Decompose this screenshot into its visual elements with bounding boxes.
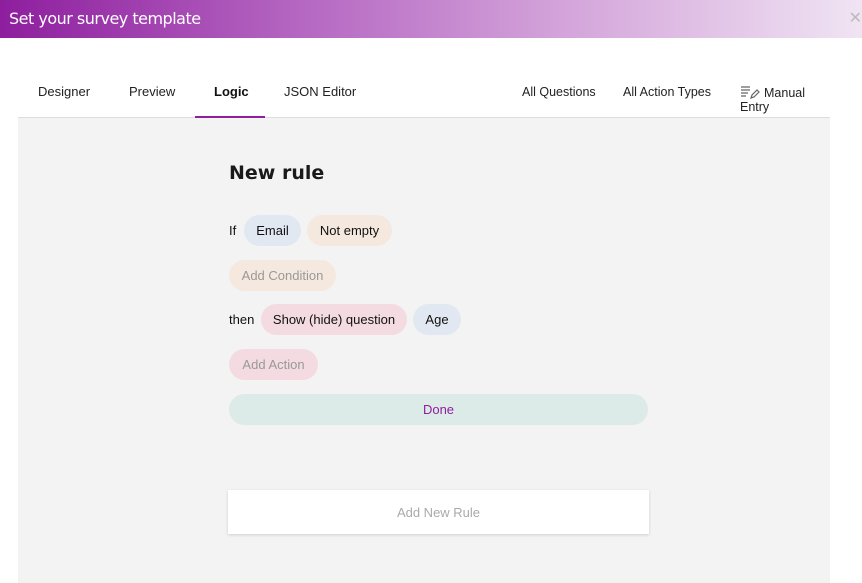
window-title: Set your survey template: [9, 9, 201, 28]
tab-preview[interactable]: Preview: [129, 84, 175, 99]
rule-title: New rule: [229, 162, 325, 184]
condition-operator-select[interactable]: Not empty: [307, 215, 392, 246]
done-button[interactable]: Done: [229, 394, 648, 425]
add-condition-button[interactable]: Add Condition: [229, 260, 336, 291]
add-action-button[interactable]: Add Action: [229, 349, 318, 380]
logic-panel: New rule If Email Not empty Add Conditio…: [18, 118, 830, 583]
edit-list-icon: [741, 86, 760, 99]
then-label: then: [229, 312, 255, 327]
all-action-types-dropdown[interactable]: All Action Types: [623, 85, 711, 99]
action-type-select[interactable]: Show (hide) question: [261, 304, 407, 335]
add-new-rule-button[interactable]: Add New Rule: [228, 490, 649, 534]
tab-logic[interactable]: Logic: [214, 84, 249, 99]
all-questions-dropdown[interactable]: All Questions: [522, 85, 596, 99]
title-bar: Set your survey template ✕: [0, 0, 862, 38]
manual-entry-button[interactable]: Manual Entry: [740, 85, 830, 114]
condition-question-select[interactable]: Email: [244, 215, 301, 246]
close-icon[interactable]: ✕: [849, 8, 862, 28]
tab-bar: Designer Preview Logic JSON Editor All Q…: [18, 70, 830, 118]
tab-json-editor[interactable]: JSON Editor: [284, 84, 356, 99]
action-target-select[interactable]: Age: [413, 304, 461, 335]
if-label: If: [229, 223, 237, 238]
tab-designer[interactable]: Designer: [38, 84, 90, 99]
